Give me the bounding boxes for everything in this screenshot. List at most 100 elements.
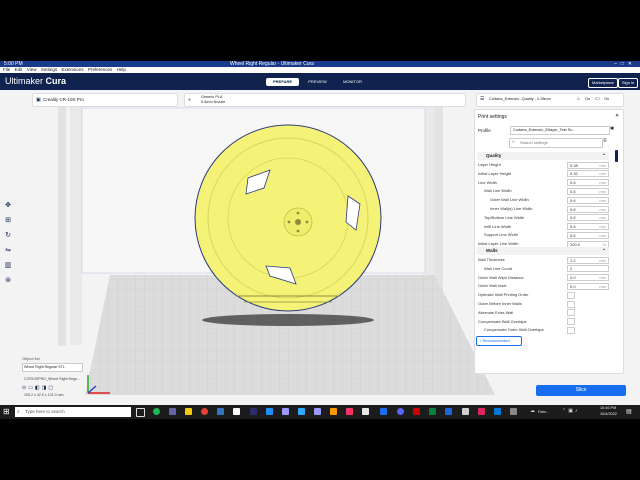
object-list-header[interactable]: Object list	[22, 356, 40, 361]
app-icon[interactable]	[494, 408, 501, 415]
setting-value: 0.0	[570, 275, 576, 281]
per-model-settings-icon[interactable]: ▥	[3, 261, 13, 271]
tab-preview[interactable]: PREVIEW	[301, 78, 334, 86]
search-input[interactable]	[520, 139, 598, 146]
setting-value-field[interactable]: 0.32 mm	[567, 170, 609, 178]
setting-label: Support Line Width	[484, 232, 519, 238]
setting-value-field[interactable]: 0.6 mm	[567, 187, 609, 195]
menu-help[interactable]: Help	[117, 67, 126, 72]
search-settings-field[interactable]: ⌕	[509, 138, 603, 148]
slice-button[interactable]: Slice	[536, 385, 626, 396]
printer-selector[interactable]: ▣ Creality CR-10S Pro	[32, 93, 178, 107]
setting-value-field[interactable]: 0.6 mm	[567, 205, 609, 213]
windows-taskbar: ⊞ ⌕ Type here to search ☁ Rain... ⌃▣♪ 10…	[0, 405, 640, 419]
scale-tool-icon[interactable]: ⊞	[3, 216, 13, 226]
object-list-item[interactable]: Wheel Right Regular STL	[22, 363, 83, 372]
task-view-icon[interactable]	[136, 408, 145, 417]
app-icon[interactable]	[462, 408, 469, 415]
weather-icon[interactable]: ☁	[530, 408, 535, 414]
menu-settings[interactable]: Settings	[41, 67, 57, 72]
setting-value-field[interactable]: 0.6 mm	[567, 223, 609, 231]
object-file-name: CCR10SPRO_Wheel Right Regu...	[24, 377, 81, 381]
move-tool-icon[interactable]: ✥	[3, 201, 13, 211]
teams-icon[interactable]	[169, 408, 176, 415]
after-effects-icon[interactable]	[314, 408, 321, 415]
setting-checkbox[interactable]	[567, 291, 575, 299]
cura-icon[interactable]	[380, 408, 387, 415]
taskbar-search-box[interactable]: ⌕ Type here to search	[15, 407, 131, 417]
tool-bar: ✥ ⊞ ↻ ⇋ ▥ ⊛	[3, 201, 16, 291]
print-setup-selector[interactable]: ☰ Cortana_Extensiv...Quality - 0.28mm ⌂ …	[476, 93, 624, 107]
rotate-tool-icon[interactable]: ↻	[3, 231, 13, 241]
material-name: Generic PLA	[201, 95, 223, 99]
setting-value-field[interactable]: 0.6 mm	[567, 196, 609, 204]
profile-actions-icon[interactable]: ✱	[610, 126, 614, 132]
menu-file[interactable]: File	[3, 67, 10, 72]
print-summary: Cortana_Extensiv...Quality - 0.28mm	[489, 97, 551, 101]
illustrator-icon[interactable]	[330, 408, 337, 415]
discord-icon[interactable]	[397, 408, 404, 415]
setting-checkbox[interactable]	[567, 309, 575, 317]
nozzle-size: 0.4mm Nozzle	[201, 100, 226, 104]
setting-value-field[interactable]: 0.6 mm	[567, 179, 609, 187]
recommended-button[interactable]: ‹ Recommended	[476, 336, 522, 346]
setting-label: Line Width	[478, 179, 497, 185]
setting-value-field[interactable]: 0.0 mm	[567, 282, 609, 290]
setting-value-field[interactable]: 0.6 mm	[567, 214, 609, 222]
premiere-icon[interactable]	[282, 408, 289, 415]
close-icon[interactable]: ✕	[615, 113, 619, 119]
notepad-icon[interactable]	[233, 408, 240, 415]
mirror-tool-icon[interactable]: ⇋	[3, 246, 13, 256]
material-selector[interactable]: ● Generic PLA 0.4mm Nozzle	[184, 93, 466, 107]
photoshop-icon[interactable]	[298, 408, 305, 415]
menu-view[interactable]: View	[27, 67, 37, 72]
setting-value-field[interactable]: 2	[567, 265, 609, 273]
app-icon[interactable]	[445, 408, 452, 415]
setting-value-field[interactable]: 0.0 mm	[567, 274, 609, 282]
setting-value: 0.28	[570, 162, 578, 168]
search-icon: ⌕	[512, 139, 515, 145]
settings-scrollbar[interactable]	[615, 150, 618, 162]
app-icon[interactable]	[413, 408, 420, 415]
model-shadow	[202, 314, 374, 326]
file-explorer-icon[interactable]	[185, 408, 192, 415]
app-icon[interactable]	[478, 408, 485, 415]
view-orientation-icons[interactable]: ⊙▭◧◨▢	[22, 385, 55, 391]
setting-checkbox[interactable]	[567, 326, 575, 334]
system-tray-icons[interactable]: ⌃▣♪	[562, 408, 579, 414]
setting-value-field[interactable]: 1.2 mm	[567, 256, 609, 264]
profile-dropdown[interactable]: Cortana_Extensiv_20layer_Test Sc...	[510, 126, 610, 135]
indesign-icon[interactable]	[346, 408, 353, 415]
app-icon[interactable]	[429, 408, 436, 415]
app-icon[interactable]	[510, 408, 517, 415]
spotify-icon[interactable]	[153, 408, 160, 415]
menu-edit[interactable]: Edit	[15, 67, 23, 72]
menu-preferences[interactable]: Preferences	[88, 67, 112, 72]
setting-checkbox[interactable]	[567, 318, 575, 326]
setting-unit: mm	[599, 275, 606, 281]
support-blocker-icon[interactable]: ⊛	[3, 276, 13, 286]
signin-button[interactable]: Sign in	[618, 78, 639, 88]
app-icon[interactable]	[362, 408, 369, 415]
setting-value: 1.2	[570, 257, 576, 263]
marketplace-button[interactable]: Marketplace	[588, 78, 618, 88]
category-quality[interactable]: Quality ⌃	[477, 152, 609, 160]
settings-menu-icon[interactable]: ≡	[603, 138, 607, 144]
tab-prepare[interactable]: PREPARE	[266, 78, 299, 86]
chrome-icon[interactable]	[201, 408, 208, 415]
setting-checkbox[interactable]	[567, 300, 575, 308]
build-viewport[interactable]: ▣ Creality CR-10S Pro ● Generic PLA 0.4m…	[0, 90, 640, 405]
setting-value-field[interactable]: 0.6 mm	[567, 231, 609, 239]
setting-unit: mm	[599, 257, 606, 263]
tab-monitor[interactable]: MONITOR	[336, 78, 369, 86]
setting-value-field[interactable]: 0.28 mm	[567, 161, 609, 169]
app-icon[interactable]	[266, 408, 273, 415]
category-walls[interactable]: Walls ⌃	[477, 247, 609, 255]
mail-icon[interactable]	[217, 408, 224, 415]
taskbar-date[interactable]: 10/4/2022	[600, 412, 617, 416]
windows-start-icon[interactable]: ⊞	[3, 407, 10, 416]
notifications-icon[interactable]: ▤	[626, 408, 632, 415]
app-icon[interactable]	[250, 408, 257, 415]
taskbar-time[interactable]: 10:46 PM	[600, 406, 616, 410]
menu-extensions[interactable]: Extensions	[62, 67, 84, 72]
